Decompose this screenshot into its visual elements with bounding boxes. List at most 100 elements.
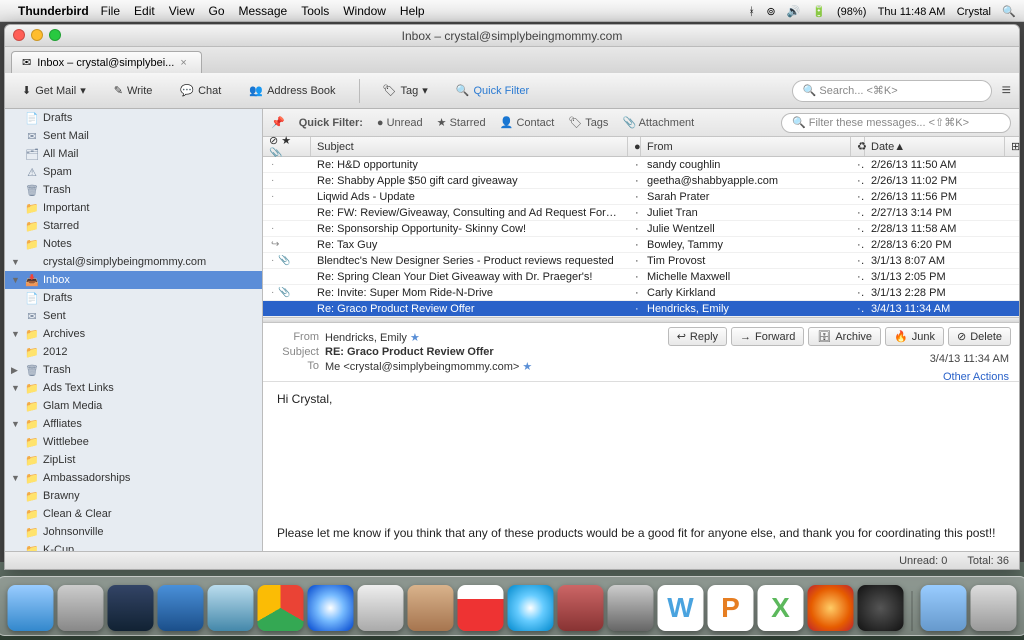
menu-edit[interactable]: Edit xyxy=(134,4,155,18)
sidebar-item[interactable]: 📁Glam Media xyxy=(5,397,262,415)
qf-unread[interactable]: ● Unread xyxy=(377,117,423,129)
dock-trash-icon[interactable] xyxy=(971,585,1017,631)
menu-window[interactable]: Window xyxy=(343,4,386,18)
message-row[interactable]: Re: Graco Product Review Offer·Hendricks… xyxy=(263,301,1019,317)
filter-messages-input[interactable]: 🔍 Filter these messages... <⇧⌘K> xyxy=(781,113,1011,133)
sidebar-item[interactable]: ✉Sent Mail xyxy=(5,127,262,145)
sidebar-item[interactable]: ▼📁Archives xyxy=(5,325,262,343)
message-row[interactable]: · 📎Blendtec's New Designer Series - Prod… xyxy=(263,253,1019,269)
dock-safari-icon[interactable] xyxy=(308,585,354,631)
junk-button[interactable]: 🔥 Junk xyxy=(885,327,944,346)
message-row[interactable]: ·Re: Sponsorship Opportunity- Skinny Cow… xyxy=(263,221,1019,237)
sidebar-item[interactable]: 📁2012 xyxy=(5,343,262,361)
dock-app-w[interactable]: W xyxy=(658,585,704,631)
dock-itunes-icon[interactable] xyxy=(508,585,554,631)
app-menu-button[interactable]: ≡ xyxy=(1002,82,1011,100)
col-from[interactable]: From xyxy=(641,137,851,156)
dock-preferences-icon[interactable] xyxy=(608,585,654,631)
folder-sidebar[interactable]: 📄Drafts✉Sent Mail🗂All Mail⚠Spam🗑Trash📁Im… xyxy=(5,109,263,551)
delete-button[interactable]: ⊘ Delete xyxy=(948,327,1011,346)
sidebar-item[interactable]: 📄Drafts xyxy=(5,289,262,307)
message-row[interactable]: ·Re: Shabby Apple $50 gift card giveaway… xyxy=(263,173,1019,189)
titlebar[interactable]: Inbox – crystal@simplybeingmommy.com xyxy=(5,25,1019,47)
sidebar-item[interactable]: ✉Sent xyxy=(5,307,262,325)
bluetooth-icon[interactable]: ᚼ xyxy=(748,6,755,18)
sidebar-item[interactable]: 📁Wittlebee xyxy=(5,433,262,451)
sidebar-item[interactable]: 📁ZipList xyxy=(5,451,262,469)
sidebar-item[interactable]: 📄Drafts xyxy=(5,109,262,127)
close-button[interactable] xyxy=(13,29,25,41)
archive-button[interactable]: 🗄 Archive xyxy=(808,327,881,346)
chat-button[interactable]: 💬Chat xyxy=(171,79,230,102)
menu-go[interactable]: Go xyxy=(209,4,225,18)
dock-downloads-icon[interactable] xyxy=(921,585,967,631)
write-button[interactable]: ✎Write xyxy=(105,79,162,102)
dock-chrome-icon[interactable] xyxy=(258,585,304,631)
dock-calendar-icon[interactable] xyxy=(458,585,504,631)
other-actions-link[interactable]: Other Actions xyxy=(943,371,1009,383)
wifi-icon[interactable]: ⊚ xyxy=(766,6,775,18)
sidebar-item[interactable]: ▼📁Ambassadorships xyxy=(5,469,262,487)
menu-file[interactable]: File xyxy=(101,4,120,18)
from-value[interactable]: Hendricks, Emily ★ xyxy=(325,331,420,344)
sidebar-item[interactable]: 📁Important xyxy=(5,199,262,217)
sidebar-item[interactable]: ▶🗑Trash xyxy=(5,361,262,379)
chevron-down-icon[interactable]: ▾ xyxy=(80,84,86,97)
dock-app-p[interactable]: P xyxy=(708,585,754,631)
reader-body[interactable]: Hi Crystal, Please let me know if you th… xyxy=(263,382,1019,551)
col-picker[interactable]: ⊞ xyxy=(1005,137,1019,156)
dock-contacts-icon[interactable] xyxy=(408,585,454,631)
sidebar-item[interactable]: 📁Brawny xyxy=(5,487,262,505)
clock[interactable]: Thu 11:48 AM xyxy=(878,6,946,18)
star-icon[interactable]: ★ xyxy=(522,361,532,373)
to-value[interactable]: Me <crystal@simplybeingmommy.com> ★ xyxy=(325,360,532,373)
qf-starred[interactable]: ★ Starred xyxy=(437,116,486,129)
dock-mission-control-icon[interactable] xyxy=(108,585,154,631)
col-flags[interactable]: ⊘ ★ 📎 xyxy=(263,137,311,156)
dock-steam-icon[interactable] xyxy=(858,585,904,631)
message-list[interactable]: ·Re: H&D opportunity·sandy coughlin·2/26… xyxy=(263,157,1019,317)
menu-tools[interactable]: Tools xyxy=(301,4,329,18)
sidebar-item[interactable]: 📁Starred xyxy=(5,217,262,235)
message-row[interactable]: ·Re: H&D opportunity·sandy coughlin·2/26… xyxy=(263,157,1019,173)
dock-firefox-icon[interactable] xyxy=(808,585,854,631)
dock-finder-icon[interactable] xyxy=(8,585,54,631)
app-name[interactable]: Thunderbird xyxy=(18,4,89,18)
minimize-button[interactable] xyxy=(31,29,43,41)
dock-app-x[interactable]: X xyxy=(758,585,804,631)
message-row[interactable]: Re: Spring Clean Your Diet Giveaway with… xyxy=(263,269,1019,285)
sidebar-item[interactable]: 📁K-Cup xyxy=(5,541,262,551)
sidebar-item[interactable]: 🗂All Mail xyxy=(5,145,262,163)
menu-message[interactable]: Message xyxy=(239,4,288,18)
spotlight-icon[interactable]: 🔍 xyxy=(1002,6,1016,18)
col-date[interactable]: Date ▲ xyxy=(865,137,1005,156)
sidebar-item[interactable]: 📁Notes xyxy=(5,235,262,253)
col-junk[interactable]: ♻ xyxy=(851,137,865,156)
dock-launchpad-icon[interactable] xyxy=(58,585,104,631)
pin-icon[interactable]: 📌 xyxy=(271,116,285,129)
message-row[interactable]: · 📎Re: Invite: Super Mom Ride-N-Drive·Ca… xyxy=(263,285,1019,301)
address-book-button[interactable]: 👥Address Book xyxy=(240,79,344,102)
sidebar-item[interactable]: ▼📁Ads Text Links xyxy=(5,379,262,397)
col-read[interactable]: ● xyxy=(628,137,641,156)
tab-inbox[interactable]: ✉ Inbox – crystal@simplybei... × xyxy=(11,51,202,73)
sidebar-item[interactable]: ▼📁Affliates xyxy=(5,415,262,433)
dock-appstore-icon[interactable] xyxy=(208,585,254,631)
message-row[interactable]: Re: FW: Review/Giveaway, Consulting and … xyxy=(263,205,1019,221)
reply-button[interactable]: ↩ Reply xyxy=(668,327,727,346)
message-row[interactable]: ·Liqwid Ads - Update·Sarah Prater·2/26/1… xyxy=(263,189,1019,205)
col-subject[interactable]: Subject xyxy=(311,137,628,156)
sidebar-item[interactable]: 📁Johnsonville xyxy=(5,523,262,541)
user-menu[interactable]: Crystal xyxy=(957,6,991,18)
qf-attachment[interactable]: 📎 Attachment xyxy=(622,116,694,129)
qf-contact[interactable]: 👤 Contact xyxy=(500,116,555,129)
sidebar-item[interactable]: ⚠Spam xyxy=(5,163,262,181)
chevron-down-icon[interactable]: ▾ xyxy=(422,84,428,97)
zoom-button[interactable] xyxy=(49,29,61,41)
volume-icon[interactable]: 🔊 xyxy=(787,6,801,18)
sidebar-item[interactable]: 🗑Trash xyxy=(5,181,262,199)
tag-button[interactable]: 🏷Tag▾ xyxy=(374,79,437,102)
tab-close-icon[interactable]: × xyxy=(180,57,186,69)
dock-photobooth-icon[interactable] xyxy=(558,585,604,631)
dock-mail-icon[interactable] xyxy=(358,585,404,631)
